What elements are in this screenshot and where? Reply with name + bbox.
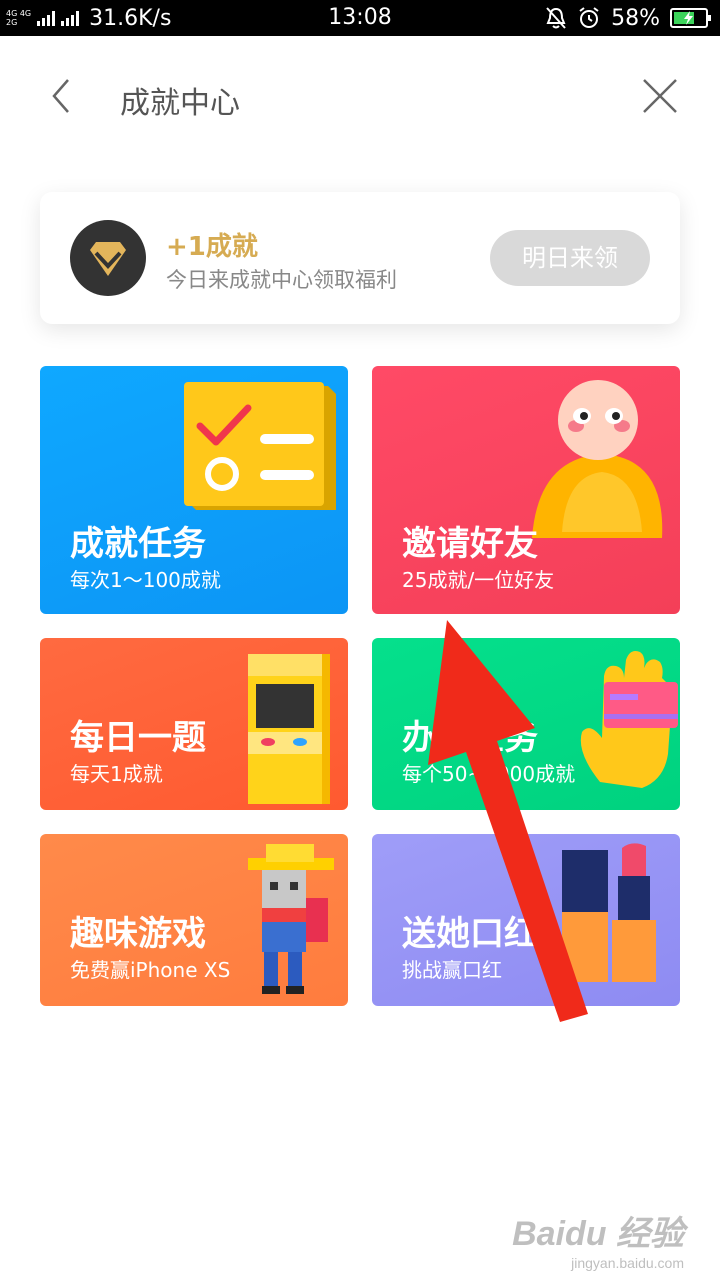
lipstick-icon [562, 843, 656, 982]
tile-subtitle: 免费赢iPhone XS [70, 958, 231, 982]
battery-icon [670, 8, 711, 28]
baidu-watermark: Baidu 经验 jingyan.baidu.com [512, 1206, 684, 1271]
battery-percent: 58% [611, 5, 660, 31]
close-icon[interactable] [640, 76, 680, 116]
nav-bar: 成就中心 [0, 36, 720, 156]
status-right: 58% [545, 0, 711, 36]
reward-subtitle: 今日来成就中心领取福利 [166, 268, 397, 292]
hand-card-icon [580, 651, 678, 788]
bell-muted-icon [546, 7, 566, 29]
tile-title: 办卡任务 [402, 718, 538, 758]
tile-daily-question[interactable]: 每日一题 每天1成就 [40, 638, 348, 810]
tile-subtitle: 每次1～100成就 [70, 568, 221, 592]
achievement-badge-icon [70, 220, 146, 296]
daily-reward-card: +1成就 今日来成就中心领取福利 明日来领 [40, 192, 680, 324]
tile-title: 邀请好友 [402, 524, 538, 564]
alarm-icon [579, 7, 599, 28]
tile-title: 送她口红 [402, 914, 538, 954]
checklist-icon [184, 382, 336, 510]
status-bar: 4G 4G 2G 31.6K/s 13:08 58% [0, 0, 720, 36]
tile-subtitle: 25成就/一位好友 [402, 568, 555, 592]
reward-title: +1成就 [166, 232, 258, 262]
pixel-character-icon [248, 844, 334, 994]
tile-title: 趣味游戏 [70, 914, 206, 954]
tile-lipstick[interactable]: 送她口红 挑战赢口红 [372, 834, 680, 1006]
tile-subtitle: 挑战赢口红 [402, 958, 502, 982]
watermark-url: jingyan.baidu.com [571, 1255, 684, 1271]
tile-title: 每日一题 [70, 718, 206, 758]
tile-invite-friends[interactable]: 邀请好友 25成就/一位好友 [372, 366, 680, 614]
page-title: 成就中心 [120, 86, 240, 121]
tile-card-task[interactable]: 办卡任务 每个50~1000成就 [372, 638, 680, 810]
tile-subtitle: 每个50~1000成就 [402, 762, 576, 786]
tile-subtitle: 每天1成就 [70, 762, 163, 786]
watermark-logo: Baidu 经验 [512, 1215, 684, 1253]
arcade-machine-icon [248, 654, 330, 804]
claim-tomorrow-button[interactable]: 明日来领 [490, 230, 650, 286]
tile-achievement-tasks[interactable]: 成就任务 每次1～100成就 [40, 366, 348, 614]
back-icon[interactable] [44, 76, 84, 116]
friend-character-icon [532, 380, 663, 538]
tile-title: 成就任务 [70, 524, 206, 564]
tile-fun-games[interactable]: 趣味游戏 免费赢iPhone XS [40, 834, 348, 1006]
